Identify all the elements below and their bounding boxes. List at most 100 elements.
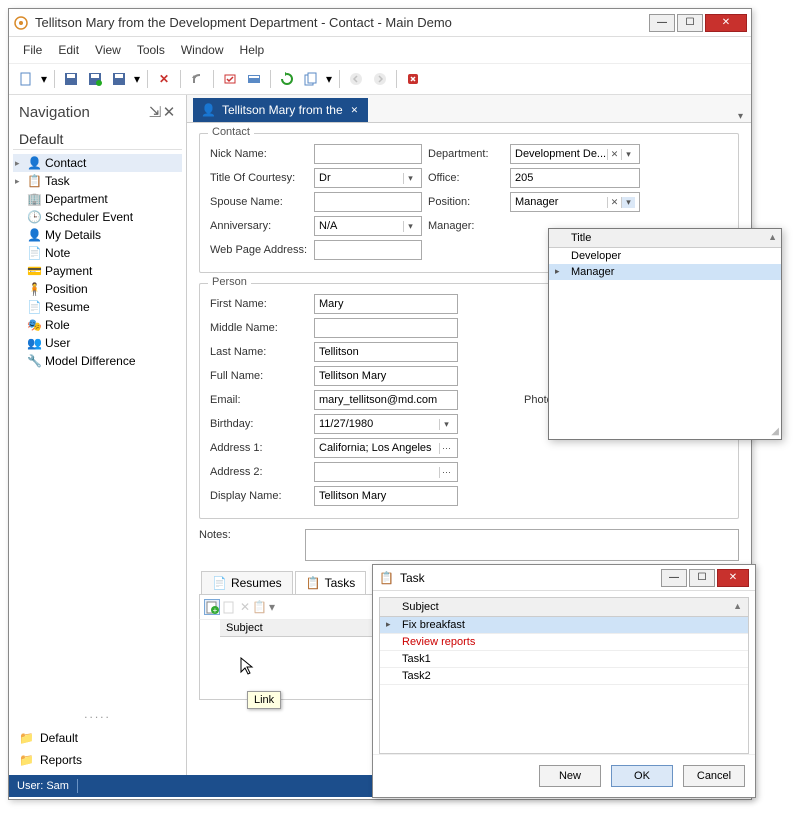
new-dropdown-icon[interactable]: ▾ — [39, 68, 49, 90]
department-combo[interactable]: Development De...✕▾ — [510, 144, 640, 164]
position-combo[interactable]: Manager✕▾ — [510, 192, 640, 212]
middlename-input[interactable] — [314, 318, 458, 338]
assign-button[interactable]: 📋 — [252, 600, 267, 614]
addr2-combo[interactable]: ⋯ — [314, 462, 458, 482]
reset-view-button[interactable] — [243, 68, 265, 90]
webpage-input[interactable] — [314, 240, 422, 260]
task-maximize-button[interactable]: ☐ — [689, 569, 715, 587]
menu-tools[interactable]: Tools — [131, 41, 171, 59]
nav-item-modeldiff[interactable]: 🔧Model Difference — [13, 352, 182, 370]
anniversary-combo[interactable]: N/A▾ — [314, 216, 422, 236]
tab-close-icon[interactable]: ✕ — [349, 105, 361, 116]
nav-item-role[interactable]: 🎭Role — [13, 316, 182, 334]
save-dropdown-icon[interactable]: ▾ — [132, 68, 142, 90]
note-icon: 📄 — [27, 246, 41, 260]
pin-icon[interactable]: ⇲ — [148, 103, 162, 121]
close-record-button[interactable] — [402, 68, 424, 90]
menu-view[interactable]: View — [89, 41, 127, 59]
spouse-input[interactable] — [314, 192, 422, 212]
nav-folder-reports[interactable]: 📁Reports — [13, 749, 182, 771]
refresh-button[interactable] — [276, 68, 298, 90]
task-minimize-button[interactable]: — — [661, 569, 687, 587]
cancel-button[interactable]: Cancel — [683, 765, 745, 787]
office-input[interactable] — [510, 168, 640, 188]
tab-overflow-icon[interactable]: ▾ — [738, 111, 743, 122]
close-button[interactable]: ✕ — [705, 14, 747, 32]
task-close-button[interactable]: ✕ — [717, 569, 749, 587]
clone-dropdown-icon[interactable]: ▾ — [324, 68, 334, 90]
fullname-input[interactable] — [314, 366, 458, 386]
nav-item-mydetails[interactable]: 👤My Details — [13, 226, 182, 244]
menu-window[interactable]: Window — [175, 41, 230, 59]
nav-item-user[interactable]: 👥User — [13, 334, 182, 352]
delete-button[interactable]: ✕ — [153, 68, 175, 90]
nav-item-scheduler[interactable]: 🕒Scheduler Event — [13, 208, 182, 226]
chevron-down-icon[interactable]: ▾ — [439, 419, 453, 430]
link-button[interactable]: + — [204, 599, 220, 615]
nickname-input[interactable] — [314, 144, 422, 164]
dropdown-item-developer[interactable]: Developer — [549, 248, 781, 264]
email-input[interactable] — [314, 390, 458, 410]
displayname-input[interactable] — [314, 486, 458, 506]
chevron-down-icon[interactable]: ▾ — [403, 221, 417, 232]
unlink-button[interactable] — [222, 600, 236, 614]
lastname-input[interactable] — [314, 342, 458, 362]
save-button[interactable] — [60, 68, 82, 90]
task-row[interactable]: Review reports — [380, 634, 748, 651]
firstname-input[interactable] — [314, 294, 458, 314]
nav-item-contact[interactable]: ▸👤Contact — [13, 154, 182, 172]
ellipsis-icon[interactable]: ⋯ — [439, 443, 453, 454]
assign-dropdown-icon[interactable]: ▾ — [269, 600, 279, 614]
birthday-combo[interactable]: 11/27/1980▾ — [314, 414, 458, 434]
save-and-new-button[interactable] — [108, 68, 130, 90]
nav-item-department[interactable]: 🏢Department — [13, 190, 182, 208]
addr1-combo[interactable]: California; Los Angeles⋯ — [314, 438, 458, 458]
nav-item-task[interactable]: ▸📋Task — [13, 172, 182, 190]
menu-file[interactable]: File — [17, 41, 48, 59]
dropdown-header[interactable]: Title — [549, 229, 781, 248]
document-tabbar: 👤 Tellitson Mary from the ✕ ▾ — [187, 95, 751, 123]
department-icon: 🏢 — [27, 192, 41, 206]
minimize-button[interactable]: — — [649, 14, 675, 32]
subtab-tasks[interactable]: 📋Tasks — [295, 571, 367, 594]
nav-item-payment[interactable]: 💳Payment — [13, 262, 182, 280]
save-and-close-button[interactable] — [84, 68, 106, 90]
dropdown-item-manager[interactable]: Manager — [549, 264, 781, 280]
sort-asc-icon[interactable]: ▲ — [733, 601, 742, 611]
titlecourtesy-label: Title Of Courtesy: — [210, 172, 308, 184]
chevron-down-icon[interactable]: ▾ — [621, 197, 635, 208]
prev-record-button[interactable] — [345, 68, 367, 90]
new-button[interactable] — [15, 68, 37, 90]
titlecourtesy-combo[interactable]: Dr▾ — [314, 168, 422, 188]
tab-contact-record[interactable]: 👤 Tellitson Mary from the ✕ — [193, 98, 368, 122]
delete-link-button[interactable]: ✕ — [240, 600, 250, 614]
clear-icon[interactable]: ✕ — [607, 197, 621, 208]
sort-asc-icon[interactable]: ▲ — [768, 232, 777, 242]
clone-button[interactable] — [300, 68, 322, 90]
undo-button[interactable] — [186, 68, 208, 90]
anniversary-label: Anniversary: — [210, 220, 308, 232]
chevron-down-icon[interactable]: ▾ — [403, 173, 417, 184]
ellipsis-icon[interactable]: ⋯ — [439, 467, 453, 478]
task-row[interactable]: Task1 — [380, 651, 748, 668]
validate-button[interactable] — [219, 68, 241, 90]
nav-close-icon[interactable]: ✕ — [162, 103, 176, 121]
clear-icon[interactable]: ✕ — [607, 149, 621, 160]
nav-item-resume[interactable]: 📄Resume — [13, 298, 182, 316]
task-row[interactable]: Fix breakfast — [380, 617, 748, 634]
resize-grip-icon[interactable]: ◢ — [771, 426, 779, 437]
nav-folder-default[interactable]: 📁Default — [13, 727, 182, 749]
menu-help[interactable]: Help — [234, 41, 271, 59]
nav-item-position[interactable]: 🧍Position — [13, 280, 182, 298]
menu-edit[interactable]: Edit — [52, 41, 85, 59]
new-task-button[interactable]: New — [539, 765, 601, 787]
subtab-resumes[interactable]: 📄Resumes — [201, 571, 293, 594]
ok-button[interactable]: OK — [611, 765, 673, 787]
maximize-button[interactable]: ☐ — [677, 14, 703, 32]
nav-item-note[interactable]: 📄Note — [13, 244, 182, 262]
chevron-down-icon[interactable]: ▾ — [621, 149, 635, 160]
notes-input[interactable] — [305, 529, 739, 561]
task-row[interactable]: Task2 — [380, 668, 748, 685]
task-grid-header[interactable]: Subject▲ — [380, 598, 748, 617]
next-record-button[interactable] — [369, 68, 391, 90]
